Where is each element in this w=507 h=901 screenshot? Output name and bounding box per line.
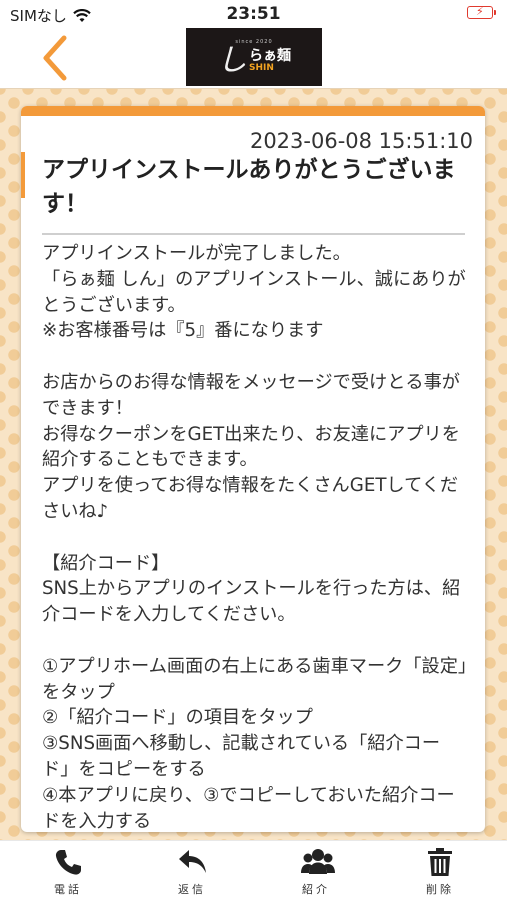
message-body: アプリインストールが完了しました。 「らぁ麺 しん」のアプリインストール、誠にあ… <box>42 243 467 832</box>
chevron-left-icon <box>43 35 67 81</box>
nav-refer-label: 紹介 <box>302 883 330 896</box>
shop-logo: since 2020 し らぁ麺 SHIN <box>186 28 322 86</box>
message-title: アプリインストールありがとうございます！ <box>42 157 456 217</box>
logo-title: らぁ麺 <box>249 47 291 64</box>
nav-delete-label: 削除 <box>426 883 454 896</box>
status-time: 23:51 <box>226 4 281 24</box>
phone-icon <box>55 850 81 875</box>
logo-brand: SHIN <box>249 62 274 73</box>
logo-script-mark: し <box>217 42 247 78</box>
nav-phone-button[interactable]: 電話 <box>28 841 108 901</box>
nav-phone-label: 電話 <box>54 883 82 896</box>
back-button[interactable] <box>38 34 78 82</box>
title-accent-bar <box>21 152 25 198</box>
trash-icon <box>428 848 452 876</box>
nav-delete-button[interactable]: 削除 <box>400 841 480 901</box>
card-top-bar <box>21 106 485 116</box>
status-bar: SIMなし 23:51 ⚡ <box>0 0 507 28</box>
nav-reply-label: 返信 <box>178 883 206 896</box>
reply-icon <box>179 850 206 873</box>
message-datetime: 2023-06-08 15:51:10 <box>249 129 473 153</box>
battery-icon: ⚡ <box>467 5 496 19</box>
users-icon <box>301 849 335 874</box>
bottom-navigation: 電話 返信 紹介 削除 <box>0 840 507 901</box>
app-header: since 2020 し らぁ麺 SHIN <box>0 28 507 89</box>
nav-reply-button[interactable]: 返信 <box>152 841 232 901</box>
message-card: 2023-06-08 15:51:10 アプリインストールありがとうございます！… <box>21 106 485 832</box>
nav-refer-button[interactable]: 紹介 <box>276 841 356 901</box>
divider <box>42 233 465 235</box>
